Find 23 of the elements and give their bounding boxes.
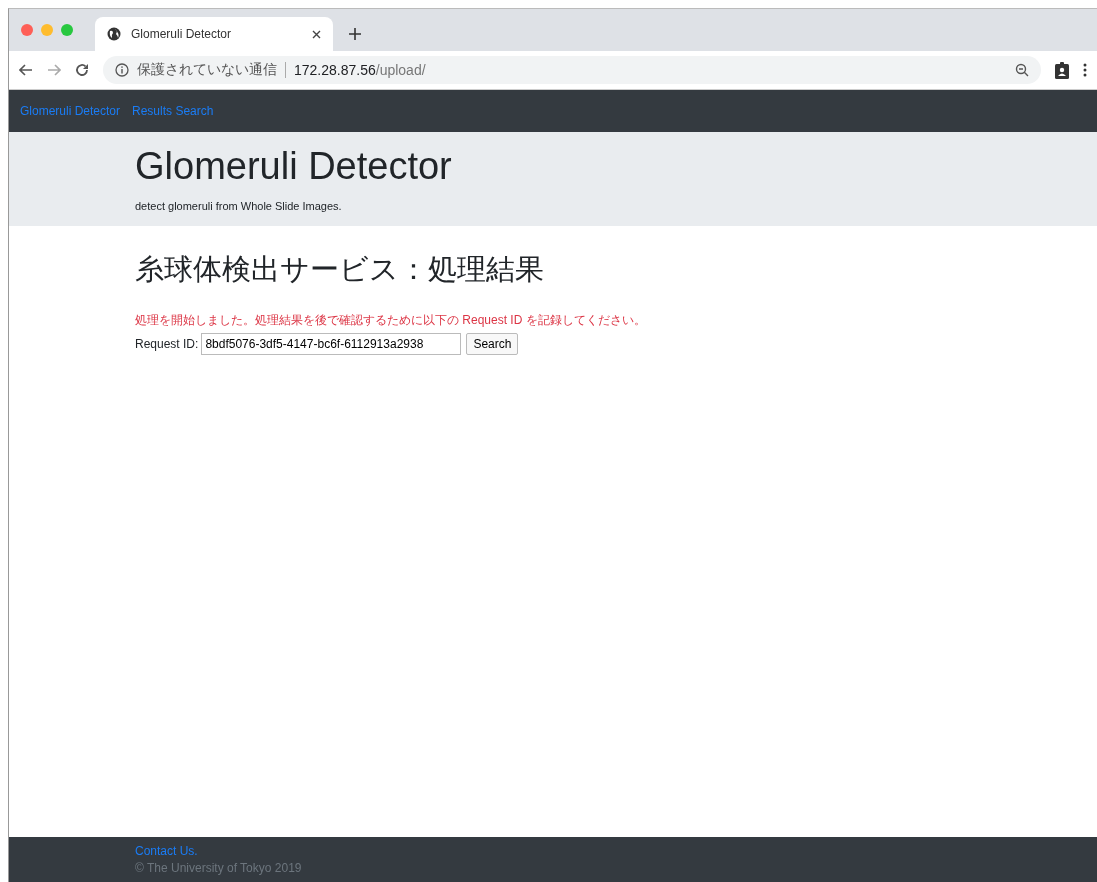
globe-icon: [107, 27, 121, 41]
url-host: 172.28.87.56: [294, 62, 376, 78]
new-tab-icon[interactable]: [349, 28, 361, 40]
url-path: /upload/: [375, 62, 426, 78]
section-heading: 糸球体検出サービス：処理結果: [135, 252, 545, 287]
page-subtitle: detect glomeruli from Whole Slide Images.: [135, 199, 342, 212]
security-label: 保護されていない通信: [137, 61, 277, 79]
zoom-out-icon[interactable]: [1015, 63, 1029, 77]
notice-text: 処理を開始しました。処理結果を後で確認するために以下の Request ID を記録してください。: [135, 312, 647, 329]
reload-icon[interactable]: [75, 63, 89, 77]
copyright-text: © The University of Tokyo 2019: [135, 861, 303, 875]
address-bar[interactable]: 保護されていない通信 172.28.87.56/upload/: [103, 56, 1041, 84]
back-arrow-icon[interactable]: [19, 64, 33, 76]
request-id-field[interactable]: 8bdf5076-3df5-4147-bc6f-6112913a2938: [201, 333, 462, 355]
tab-title: Glomeruli Detector: [131, 27, 233, 41]
field-label: Request ID:: [135, 337, 199, 351]
menu-icon[interactable]: [1083, 63, 1087, 77]
browser-tab[interactable]: Glomeruli Detector: [95, 17, 333, 51]
close-tab-icon[interactable]: [312, 29, 321, 39]
search-button[interactable]: Search: [466, 333, 519, 355]
page-title: Glomeruli Detector: [135, 144, 453, 188]
info-icon: [115, 63, 129, 77]
profile-badge-icon[interactable]: [1055, 61, 1069, 79]
